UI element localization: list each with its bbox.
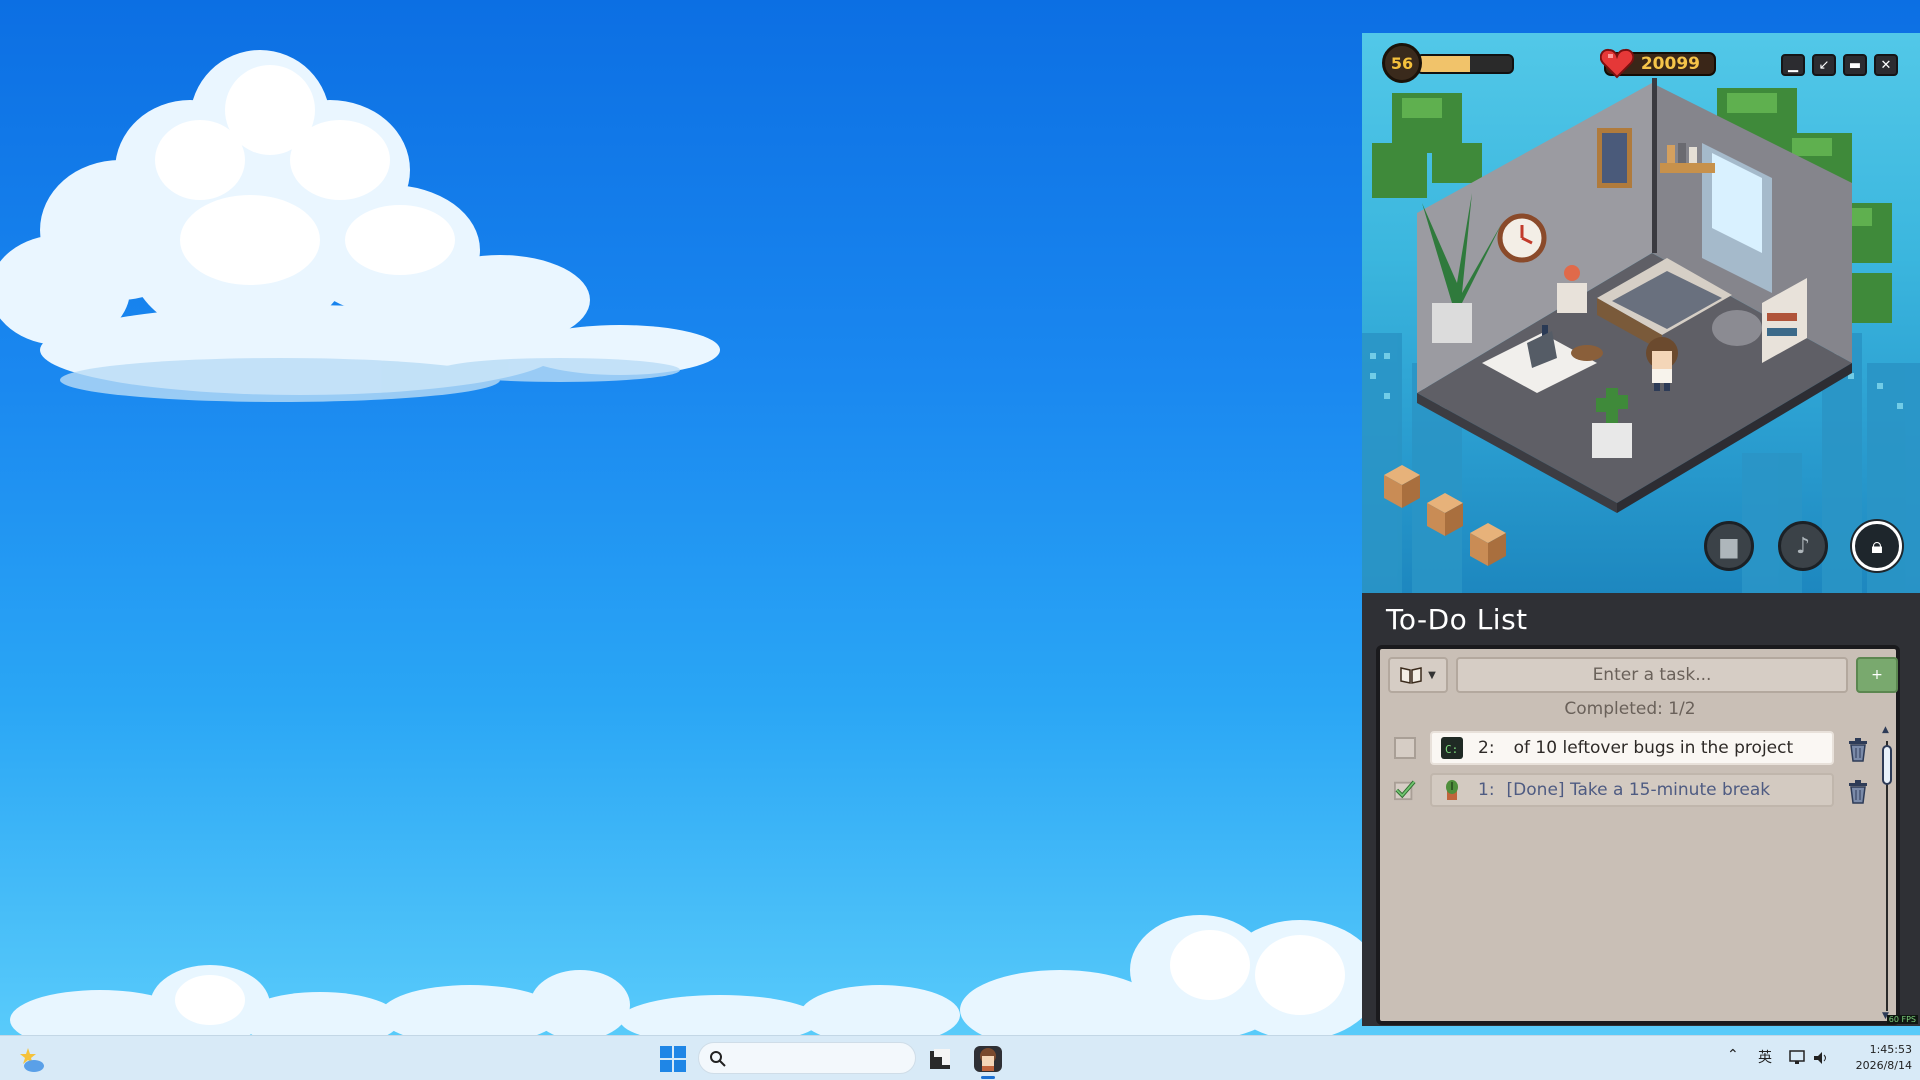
- start-button-icon[interactable]: [660, 1046, 686, 1072]
- task-item[interactable]: 1: [Done] Take a 15-minute break: [1430, 773, 1834, 807]
- system-clock[interactable]: 1:45:53 2026/8/14: [1830, 1042, 1912, 1074]
- chat-button[interactable]: ▆: [1704, 521, 1754, 571]
- shrink-icon: ↙: [1818, 57, 1830, 73]
- task-input[interactable]: [1456, 657, 1848, 693]
- task-text: of 10 leftover bugs in the project: [1506, 738, 1794, 758]
- task-item[interactable]: C: 2: of 10 leftover bugs in the project: [1430, 731, 1834, 765]
- todo-card: ▼ + Completed: 1/2 C: 2: of 10 leftover …: [1376, 645, 1900, 1025]
- room-scene: 56 20099 ▁ ↙ ▬ ✕ ▆ ♪ 🔒︎: [1362, 33, 1920, 593]
- heart-icon: [1600, 48, 1634, 79]
- task-row: 1: [Done] Take a 15-minute break: [1380, 773, 1890, 807]
- compact-button[interactable]: ▬: [1843, 54, 1867, 76]
- clock-date: 2026/8/14: [1855, 1059, 1912, 1072]
- todo-panel: To-Do List ▼ + Completed: 1/2 C: 2:: [1362, 593, 1920, 1026]
- weather-widget-icon[interactable]: [16, 1044, 46, 1074]
- trash-icon[interactable]: [1846, 778, 1870, 804]
- task-number: 2:: [1478, 738, 1495, 758]
- minimize-button[interactable]: ▁: [1781, 54, 1805, 76]
- close-button[interactable]: ✕: [1874, 54, 1898, 76]
- taskbar: ⌃ 英 1:45:53 2026/8/14: [0, 1035, 1920, 1080]
- lock-icon: 🔒︎: [1871, 533, 1883, 559]
- xp-bar-fill: [1418, 56, 1470, 72]
- plant-icon: [1440, 778, 1464, 802]
- chat-icon: ▆: [1720, 533, 1738, 559]
- bottom-cloud-illustration: [10, 915, 1362, 1035]
- scroll-thumb[interactable]: [1882, 745, 1892, 785]
- running-app-indicator: [981, 1076, 995, 1079]
- task-text: [Done] Take a 15-minute break: [1506, 780, 1771, 800]
- compact-icon: ▬: [1848, 57, 1862, 73]
- level-badge: 56: [1382, 43, 1422, 83]
- shrink-button[interactable]: ↙: [1812, 54, 1836, 76]
- desktop-cloud-illustration: [0, 50, 720, 402]
- scroll-up-arrow-icon[interactable]: ▲: [1882, 725, 1889, 735]
- xp-bar: [1416, 54, 1514, 74]
- completed-count: Completed: 1/2: [1564, 699, 1696, 719]
- task-checkbox-checked[interactable]: [1394, 779, 1416, 801]
- task-checkbox[interactable]: [1394, 737, 1416, 759]
- minimize-icon: ▁: [1788, 57, 1798, 73]
- task-row: C: 2: of 10 leftover bugs in the project: [1380, 731, 1890, 765]
- music-icon: ♪: [1795, 533, 1811, 559]
- chevron-down-icon: ▼: [1428, 669, 1436, 681]
- network-icon[interactable]: [1789, 1049, 1807, 1067]
- trash-icon[interactable]: [1846, 736, 1870, 762]
- todo-title: To-Do List: [1386, 603, 1528, 636]
- search-icon: [710, 1051, 726, 1067]
- task-list-scrollbar[interactable]: ▲ ▼: [1882, 725, 1892, 1021]
- isometric-room-illustration: [1362, 78, 1920, 593]
- fps-counter: 60 FPS: [1886, 1015, 1918, 1024]
- ime-indicator[interactable]: 英: [1758, 1047, 1772, 1067]
- svg-text:C:: C:: [1445, 743, 1458, 756]
- close-icon: ✕: [1880, 57, 1892, 73]
- category-dropdown[interactable]: ▼: [1388, 657, 1448, 693]
- terminal-icon: C:: [1440, 736, 1464, 760]
- task-number: 1:: [1478, 780, 1495, 800]
- file-explorer-icon[interactable]: [926, 1045, 954, 1073]
- add-task-button[interactable]: +: [1856, 657, 1898, 693]
- lock-button[interactable]: 🔒︎: [1852, 521, 1902, 571]
- music-button[interactable]: ♪: [1778, 521, 1828, 571]
- book-icon: [1400, 667, 1422, 684]
- taskbar-search-box[interactable]: [698, 1042, 916, 1074]
- volume-icon[interactable]: [1812, 1049, 1830, 1067]
- game-app-icon[interactable]: [972, 1042, 1004, 1074]
- game-window: 56 20099 ▁ ↙ ▬ ✕ ▆ ♪ 🔒︎ To-Do List ▼ + C…: [1362, 33, 1920, 1026]
- clock-time: 1:45:53: [1869, 1043, 1912, 1056]
- chevron-up-icon[interactable]: ⌃: [1727, 1047, 1739, 1063]
- checkmark-icon: [1394, 780, 1416, 801]
